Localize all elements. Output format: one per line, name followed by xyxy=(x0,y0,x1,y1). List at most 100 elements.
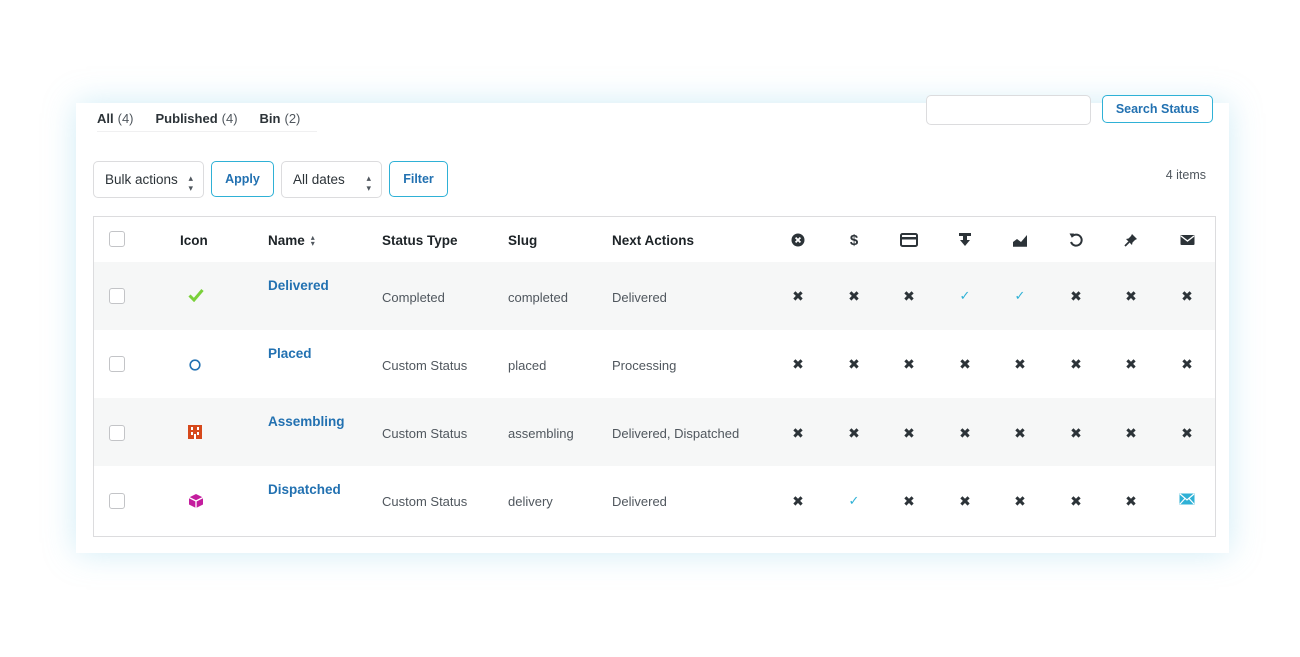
status-filter-tabs: All (4) Published (4) Bin (2) xyxy=(97,111,317,132)
row-checkbox[interactable] xyxy=(109,425,125,441)
cross-icon: ✖ xyxy=(848,288,860,304)
credit-card-icon xyxy=(900,231,918,249)
checkmark-icon xyxy=(188,288,204,305)
date-filter-label: All dates xyxy=(293,172,345,187)
tab-all[interactable]: All (4) xyxy=(97,111,134,126)
table-row: Dispatched Custom Status delivery Delive… xyxy=(94,466,1215,534)
status-type: Custom Status xyxy=(382,494,468,509)
check-icon: ✓ xyxy=(959,288,971,303)
next-actions: Delivered xyxy=(612,494,667,509)
cross-icon: ✖ xyxy=(792,493,804,509)
status-name-link[interactable]: Dispatched xyxy=(268,482,341,497)
apply-button[interactable]: Apply xyxy=(211,161,274,197)
cross-icon: ✖ xyxy=(903,425,915,441)
download-icon xyxy=(956,231,974,249)
cross-icon: ✖ xyxy=(1181,356,1193,372)
status-type: Completed xyxy=(382,290,445,305)
email-icon xyxy=(1179,493,1195,509)
col-icon-header: Icon xyxy=(180,233,208,248)
next-actions: Delivered xyxy=(612,290,667,305)
cross-icon: ✖ xyxy=(848,425,860,441)
status-slug: completed xyxy=(508,290,568,305)
pin-icon xyxy=(1122,231,1140,249)
cross-icon: ✖ xyxy=(959,356,971,372)
table-row: Placed Custom Status placed Processing ✖… xyxy=(94,330,1215,398)
filter-button[interactable]: Filter xyxy=(389,161,448,197)
status-type: Custom Status xyxy=(382,358,468,373)
chevron-updown-icon: ▴ ▾ xyxy=(366,173,371,193)
cross-icon: ✖ xyxy=(848,356,860,372)
col-name-label: Name xyxy=(268,233,305,248)
col-status-type-header: Status Type xyxy=(382,233,458,248)
check-icon: ✓ xyxy=(848,493,860,508)
table-row: Assembling Custom Status assembling Deli… xyxy=(94,398,1215,466)
items-count: 4 items xyxy=(1165,168,1206,182)
cross-icon: ✖ xyxy=(1125,493,1137,509)
cube-icon xyxy=(188,493,204,512)
status-slug: assembling xyxy=(508,426,574,441)
tab-label: All xyxy=(97,111,114,126)
undo-icon xyxy=(1067,231,1085,249)
next-actions: Processing xyxy=(612,358,677,373)
tab-published[interactable]: Published (4) xyxy=(156,111,238,126)
building-icon xyxy=(188,425,202,442)
cross-icon: ✖ xyxy=(1125,425,1137,441)
cross-icon: ✖ xyxy=(792,288,804,304)
cross-icon: ✖ xyxy=(1181,425,1193,441)
bulk-actions-select[interactable]: Bulk actions ▴ ▾ xyxy=(93,161,204,198)
cross-icon: ✖ xyxy=(1070,425,1082,441)
cross-icon: ✖ xyxy=(1070,493,1082,509)
date-filter-select[interactable]: All dates ▴ ▾ xyxy=(281,161,382,198)
status-name-link[interactable]: Assembling xyxy=(268,414,345,429)
bulk-actions-label: Bulk actions xyxy=(105,172,178,187)
cross-icon: ✖ xyxy=(1181,288,1193,304)
search-status-button[interactable]: Search Status xyxy=(1102,95,1213,123)
dollar-icon: $ xyxy=(849,231,859,249)
status-name-link[interactable]: Delivered xyxy=(268,278,329,293)
next-actions: Delivered, Dispatched xyxy=(612,426,740,441)
col-next-actions-header: Next Actions xyxy=(612,233,695,248)
search-input[interactable] xyxy=(926,95,1091,125)
circle-icon xyxy=(189,359,201,374)
cross-icon: ✖ xyxy=(903,288,915,304)
row-checkbox[interactable] xyxy=(109,493,125,509)
cross-icon: ✖ xyxy=(1125,288,1137,304)
cross-icon: ✖ xyxy=(1014,356,1026,372)
status-slug: placed xyxy=(508,358,547,373)
cross-icon: ✖ xyxy=(1125,356,1137,372)
cross-icon: ✖ xyxy=(1070,356,1082,372)
status-name-link[interactable]: Placed xyxy=(268,346,312,361)
table-header: Icon Name ▴ ▾ Status Type Slug Next Action… xyxy=(94,217,1215,262)
select-all-checkbox[interactable] xyxy=(109,231,125,247)
tab-count: (4) xyxy=(117,111,134,126)
cross-icon: ✖ xyxy=(959,493,971,509)
cross-icon: ✖ xyxy=(1014,425,1026,441)
status-slug: delivery xyxy=(508,494,553,509)
cross-icon: ✖ xyxy=(903,356,915,372)
cross-icon: ✖ xyxy=(1070,288,1082,304)
email-icon xyxy=(1178,231,1196,249)
tab-bin[interactable]: Bin (2) xyxy=(260,111,301,126)
status-table: Icon Name ▴ ▾ Status Type Slug Next Action… xyxy=(93,216,1216,537)
sort-icon: ▴ ▾ xyxy=(310,233,315,249)
cross-icon: ✖ xyxy=(903,493,915,509)
col-slug-header: Slug xyxy=(508,233,538,248)
table-row: Delivered Completed completed Delivered … xyxy=(94,262,1215,330)
status-list-panel: All (4) Published (4) Bin (2) Search Status… xyxy=(76,95,1229,553)
check-icon: ✓ xyxy=(1014,288,1026,303)
cross-icon: ✖ xyxy=(1014,493,1026,509)
tab-label: Published xyxy=(155,111,218,126)
cross-icon: ✖ xyxy=(792,425,804,441)
status-type: Custom Status xyxy=(382,426,468,441)
row-checkbox[interactable] xyxy=(109,288,125,304)
tab-count: (4) xyxy=(221,111,238,126)
tab-count: (2) xyxy=(284,111,301,126)
row-checkbox[interactable] xyxy=(109,356,125,372)
col-name-header[interactable]: Name ▴ ▾ xyxy=(268,233,315,248)
chart-area-icon xyxy=(1011,231,1029,249)
cross-icon: ✖ xyxy=(792,356,804,372)
chevron-updown-icon: ▴ ▾ xyxy=(188,173,193,193)
cancel-circle-icon xyxy=(789,231,807,249)
tab-label: Bin xyxy=(259,111,281,126)
cross-icon: ✖ xyxy=(959,425,971,441)
